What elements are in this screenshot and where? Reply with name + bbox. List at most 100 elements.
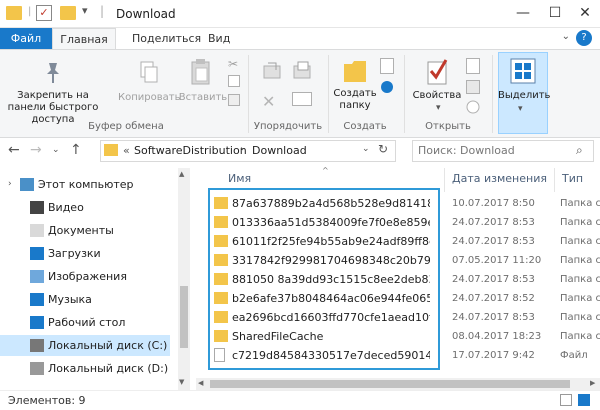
nav-item[interactable]: Локальный диск (D:) [0, 358, 170, 379]
file-type: Папка с [560, 274, 600, 285]
new-folder-icon [342, 56, 368, 86]
copy-path-icon[interactable] [228, 75, 240, 87]
minimize-button[interactable]: — [508, 0, 538, 28]
forward-icon[interactable]: → [30, 142, 42, 158]
help-icon[interactable]: ? [576, 30, 592, 46]
file-type: Папка с [560, 293, 600, 304]
nav-item[interactable]: Загрузки [0, 243, 170, 264]
expand-icon[interactable]: › [8, 174, 12, 195]
properties-qat-icon[interactable]: ✓ [36, 5, 52, 21]
nav-item-label: Этот компьютер [38, 178, 134, 191]
drive-c-icon [30, 339, 44, 352]
delete-icon[interactable]: ✕ [262, 92, 275, 111]
ribbon-separator [328, 55, 329, 133]
large-icons-view-icon[interactable] [578, 394, 590, 406]
breadcrumb-overflow[interactable]: « [123, 144, 130, 157]
organize-group-label: Упорядочить [253, 121, 323, 132]
nav-item[interactable]: Видео [0, 197, 170, 218]
highlight-box [208, 188, 440, 370]
refresh-icon[interactable]: ↻ [378, 142, 388, 156]
maximize-button[interactable]: ☐ [540, 0, 570, 28]
file-type: Папка с [560, 255, 600, 266]
close-button[interactable]: ✕ [570, 0, 600, 28]
qat-dropdown-icon[interactable]: ▾ [82, 4, 88, 17]
rename-icon[interactable] [292, 92, 312, 106]
open-icon[interactable] [466, 58, 480, 74]
file-date: 24.07.2017 8:52 [452, 293, 535, 304]
status-bar [0, 390, 600, 410]
column-separator[interactable] [554, 168, 555, 192]
nav-item[interactable]: Изображения [0, 266, 170, 287]
horizontal-scroll-thumb[interactable] [210, 380, 570, 388]
paste-icon [190, 58, 212, 86]
tab-home[interactable]: Главная [52, 28, 116, 50]
window-title: Download [116, 7, 176, 21]
clipboard-group-label: Буфер обмена [88, 121, 164, 132]
file-type: Файл [560, 350, 588, 361]
chevron-down-icon[interactable]: ⌄ [562, 31, 570, 42]
breadcrumb-separator[interactable]: › [240, 144, 244, 155]
folder-icon [104, 144, 118, 156]
pictures-icon [30, 270, 44, 283]
breadcrumb-download[interactable]: Download [252, 144, 307, 157]
nav-item[interactable]: › Этот компьютер [0, 174, 170, 195]
documents-icon [30, 224, 44, 237]
nav-item-label: Рабочий стол [48, 316, 126, 329]
scroll-up-icon[interactable]: ▲ [179, 170, 184, 178]
copy-to-icon[interactable] [292, 60, 314, 82]
file-date: 24.07.2017 8:53 [452, 236, 535, 247]
ribbon-separator [492, 55, 493, 133]
move-to-icon[interactable] [262, 60, 284, 82]
scroll-left-icon[interactable]: ◀ [198, 379, 203, 387]
file-date: 10.07.2017 8:50 [452, 198, 535, 209]
scroll-down-icon[interactable]: ▼ [179, 378, 184, 386]
details-view-icon[interactable] [560, 394, 572, 406]
drive-d-icon [30, 362, 44, 375]
downloads-icon [30, 247, 44, 260]
column-name[interactable]: Имя [228, 172, 251, 185]
history-icon[interactable] [466, 100, 480, 114]
tab-view[interactable]: Вид [196, 28, 242, 50]
music-icon [30, 293, 44, 306]
column-type[interactable]: Тип [562, 172, 583, 185]
select-all-icon [510, 58, 536, 84]
new-folder-qat-icon[interactable] [60, 6, 76, 20]
nav-item[interactable]: Документы [0, 220, 170, 241]
chevron-down-icon[interactable]: ▾ [436, 103, 441, 113]
nav-item-label: Видео [48, 201, 84, 214]
easy-access-icon[interactable] [380, 80, 394, 94]
file-type: Папка с [560, 331, 600, 342]
file-date: 24.07.2017 8:53 [452, 274, 535, 285]
video-icon [30, 201, 44, 214]
back-icon[interactable]: ← [8, 142, 20, 158]
search-icon[interactable]: ⌕ [576, 143, 583, 158]
nav-item[interactable]: Локальный диск (C:) [0, 335, 170, 356]
edit-icon[interactable] [466, 80, 480, 94]
scissors-icon[interactable]: ✂ [228, 57, 238, 71]
scroll-right-icon[interactable]: ▶ [590, 379, 595, 387]
new-folder-button[interactable]: Создать папку [330, 88, 380, 112]
qat-separator: | [28, 6, 32, 17]
tab-file[interactable]: Файл [0, 28, 52, 50]
column-separator[interactable] [444, 168, 445, 192]
up-icon[interactable]: ↑ [70, 142, 82, 158]
nav-scrollbar[interactable] [178, 168, 190, 390]
desktop-icon [30, 316, 44, 329]
properties-button[interactable]: Свойства [412, 90, 462, 102]
paste-button[interactable]: Вставить [178, 92, 228, 104]
file-type: Папка с [560, 312, 600, 323]
nav-item[interactable]: Рабочий стол [0, 312, 170, 333]
nav-item-label: Локальный диск (D:) [48, 362, 169, 375]
nav-scroll-thumb[interactable] [180, 286, 188, 348]
column-date[interactable]: Дата изменения [452, 172, 547, 185]
copy-button[interactable]: Копировать [118, 92, 180, 104]
properties-icon [424, 56, 450, 86]
copy-icon [138, 60, 160, 86]
breadcrumb-software-distribution[interactable]: SoftwareDistribution [134, 144, 247, 157]
new-item-icon[interactable] [380, 58, 394, 74]
nav-item[interactable]: Музыка [0, 289, 170, 310]
item-count: Элементов: 9 [8, 394, 86, 407]
chevron-down-icon[interactable]: ⌄ [362, 144, 370, 154]
paste-shortcut-icon[interactable] [228, 94, 240, 106]
recent-locations-icon[interactable]: ⌄ [52, 145, 60, 155]
